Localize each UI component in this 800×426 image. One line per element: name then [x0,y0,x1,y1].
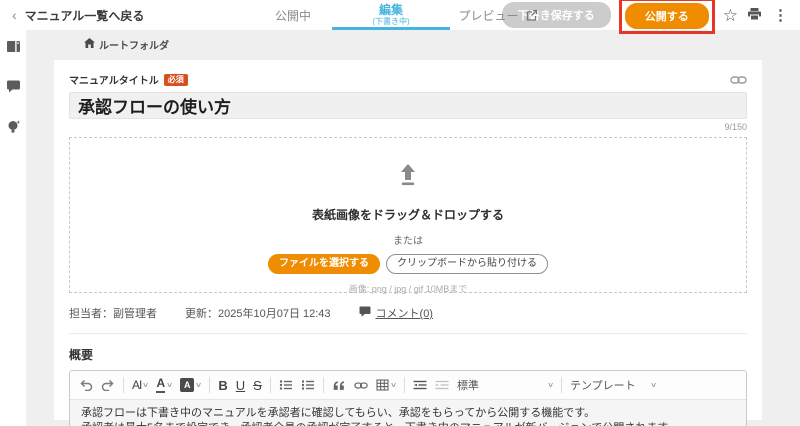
indent-decrease-button[interactable] [413,380,427,391]
section-divider [69,333,747,334]
dropzone-hint: 画像: png / jpg / gif 10MBまで [348,284,468,294]
tab-published[interactable]: 公開中 [254,0,332,30]
chevron-left-icon: ‹ [12,7,17,23]
paste-clipboard-button[interactable]: クリップボードから貼り付ける [386,254,548,274]
updated-text: 更新：2025年10月07日 12:43 [185,308,331,320]
home-icon [84,38,95,51]
comments-label: コメント(0) [375,308,433,320]
highlight-color-dropdown[interactable]: A ∨ [180,378,203,392]
print-button[interactable] [747,7,762,24]
back-label: マニュアル一覧へ戻る [24,8,145,23]
mode-tabs: 公開中 編集 (下書き中) プレビュー [254,0,546,30]
dropzone-or: または [393,236,423,247]
toolbar-separator [560,377,562,393]
overview-text-area[interactable]: 承認フローは下書き中のマニュアルを承認者に確認してもらい、承認をもらってから公開… [70,400,746,426]
star-icon: ☆ [722,5,738,25]
underline-button[interactable]: U [236,379,245,392]
tab-edit[interactable]: 編集 (下書き中) [332,0,450,30]
comment-bubble-icon [359,306,371,320]
manual-edit-card: マニュアルタイトル 必須 9/150 表紙画像 [54,60,762,426]
select-file-button[interactable]: ファイルを選択する [268,254,380,274]
editor-toolbar: AI ∨ A ∨ A ∨ B U S ∨ 標準 ∨ テンプレート ∨ [70,371,746,400]
manual-icon[interactable] [6,40,21,53]
font-size-dropdown[interactable]: AI ∨ [132,379,150,391]
insert-link-button[interactable] [354,380,368,391]
redo-button[interactable] [101,379,115,391]
bullet-list-button[interactable] [279,379,293,391]
left-sidebar [0,30,26,426]
toolbar-separator [403,377,405,393]
indent-increase-button[interactable] [435,380,449,391]
overview-paragraph: 承認フローは下書き中のマニュアルを承認者に確認してもらい、承認をもらってから公開… [81,407,596,419]
owner-text: 担当者：副管理者 [69,308,157,320]
paragraph-style-select[interactable]: 標準 ∨ [457,377,554,393]
more-menu-button[interactable]: ⋮ [771,8,790,23]
toolbar-separator [322,377,324,393]
chevron-down-icon: ∨ [649,382,657,389]
active-tab-underline [332,27,450,30]
dropzone-buttons: ファイルを選択する クリップボードから貼り付ける [268,254,548,274]
tab-preview[interactable]: プレビュー [450,0,546,30]
comment-icon[interactable] [6,79,21,93]
back-to-manual-list[interactable]: ‹ マニュアル一覧へ戻る [12,7,144,24]
comments-link[interactable]: コメント(0) [359,305,433,321]
publish-annotation-box: 公開する [618,0,715,34]
ordered-list-button[interactable] [301,379,315,391]
required-badge: 必須 [163,73,188,86]
table-dropdown[interactable]: ∨ [376,379,397,391]
chevron-down-icon: ∨ [389,381,397,389]
toolbar-separator [123,377,124,393]
meta-row: 担当者：副管理者 更新：2025年10月07日 12:43 コメント(0) [69,305,747,321]
overview-heading: 概要 [69,348,94,362]
blockquote-button[interactable] [332,380,346,391]
cover-image-dropzone[interactable]: 表紙画像をドラッグ＆ドロップする または ファイルを選択する クリップボードから… [69,137,747,294]
chevron-down-icon: ∨ [166,381,174,389]
undo-button[interactable] [79,379,93,391]
overview-richtext-editor: AI ∨ A ∨ A ∨ B U S ∨ 標準 ∨ テンプレート ∨ 承認フロー… [69,370,747,426]
manual-title-input[interactable] [69,92,747,119]
bold-button[interactable]: B [218,379,227,392]
strikethrough-button[interactable]: S [253,379,262,392]
chevron-down-icon: ∨ [546,382,554,389]
title-label-row: マニュアルタイトル 必須 [69,72,747,87]
overview-paragraph: 承認者は最大5名まで設定でき、承認者全員の承認が完了すると、下書き中のマニュアル… [81,422,735,426]
toolbar-separator [209,377,211,393]
content-area: ルートフォルダ マニュアルタイトル 必須 9/150 [26,30,800,426]
chevron-down-icon: ∨ [195,381,203,389]
dropzone-heading: 表紙画像をドラッグ＆ドロップする [311,208,504,222]
text-color-dropdown[interactable]: A ∨ [156,377,174,393]
breadcrumb-label: ルートフォルダ [99,41,169,52]
manual-editor-app: ‹ マニュアル一覧へ戻る 公開中 編集 (下書き中) プレビュー 下書き保存する… [0,0,800,426]
kebab-menu-icon: ⋮ [773,6,788,24]
top-header: ‹ マニュアル一覧へ戻る 公開中 編集 (下書き中) プレビュー 下書き保存する… [0,0,800,34]
title-char-counter: 9/150 [724,122,747,132]
copy-link-icon[interactable] [730,74,747,86]
printer-icon [747,7,762,24]
external-link-icon [525,9,538,22]
breadcrumb[interactable]: ルートフォルダ [84,37,800,52]
manual-title-label: マニュアルタイトル [69,76,159,87]
upload-icon [395,162,421,193]
idea-icon[interactable] [6,119,21,134]
favorite-star-button[interactable]: ☆ [723,7,738,24]
chevron-down-icon: ∨ [142,381,150,389]
publish-button[interactable]: 公開する [624,3,709,29]
template-select[interactable]: テンプレート ∨ [570,377,657,393]
toolbar-separator [269,377,271,393]
